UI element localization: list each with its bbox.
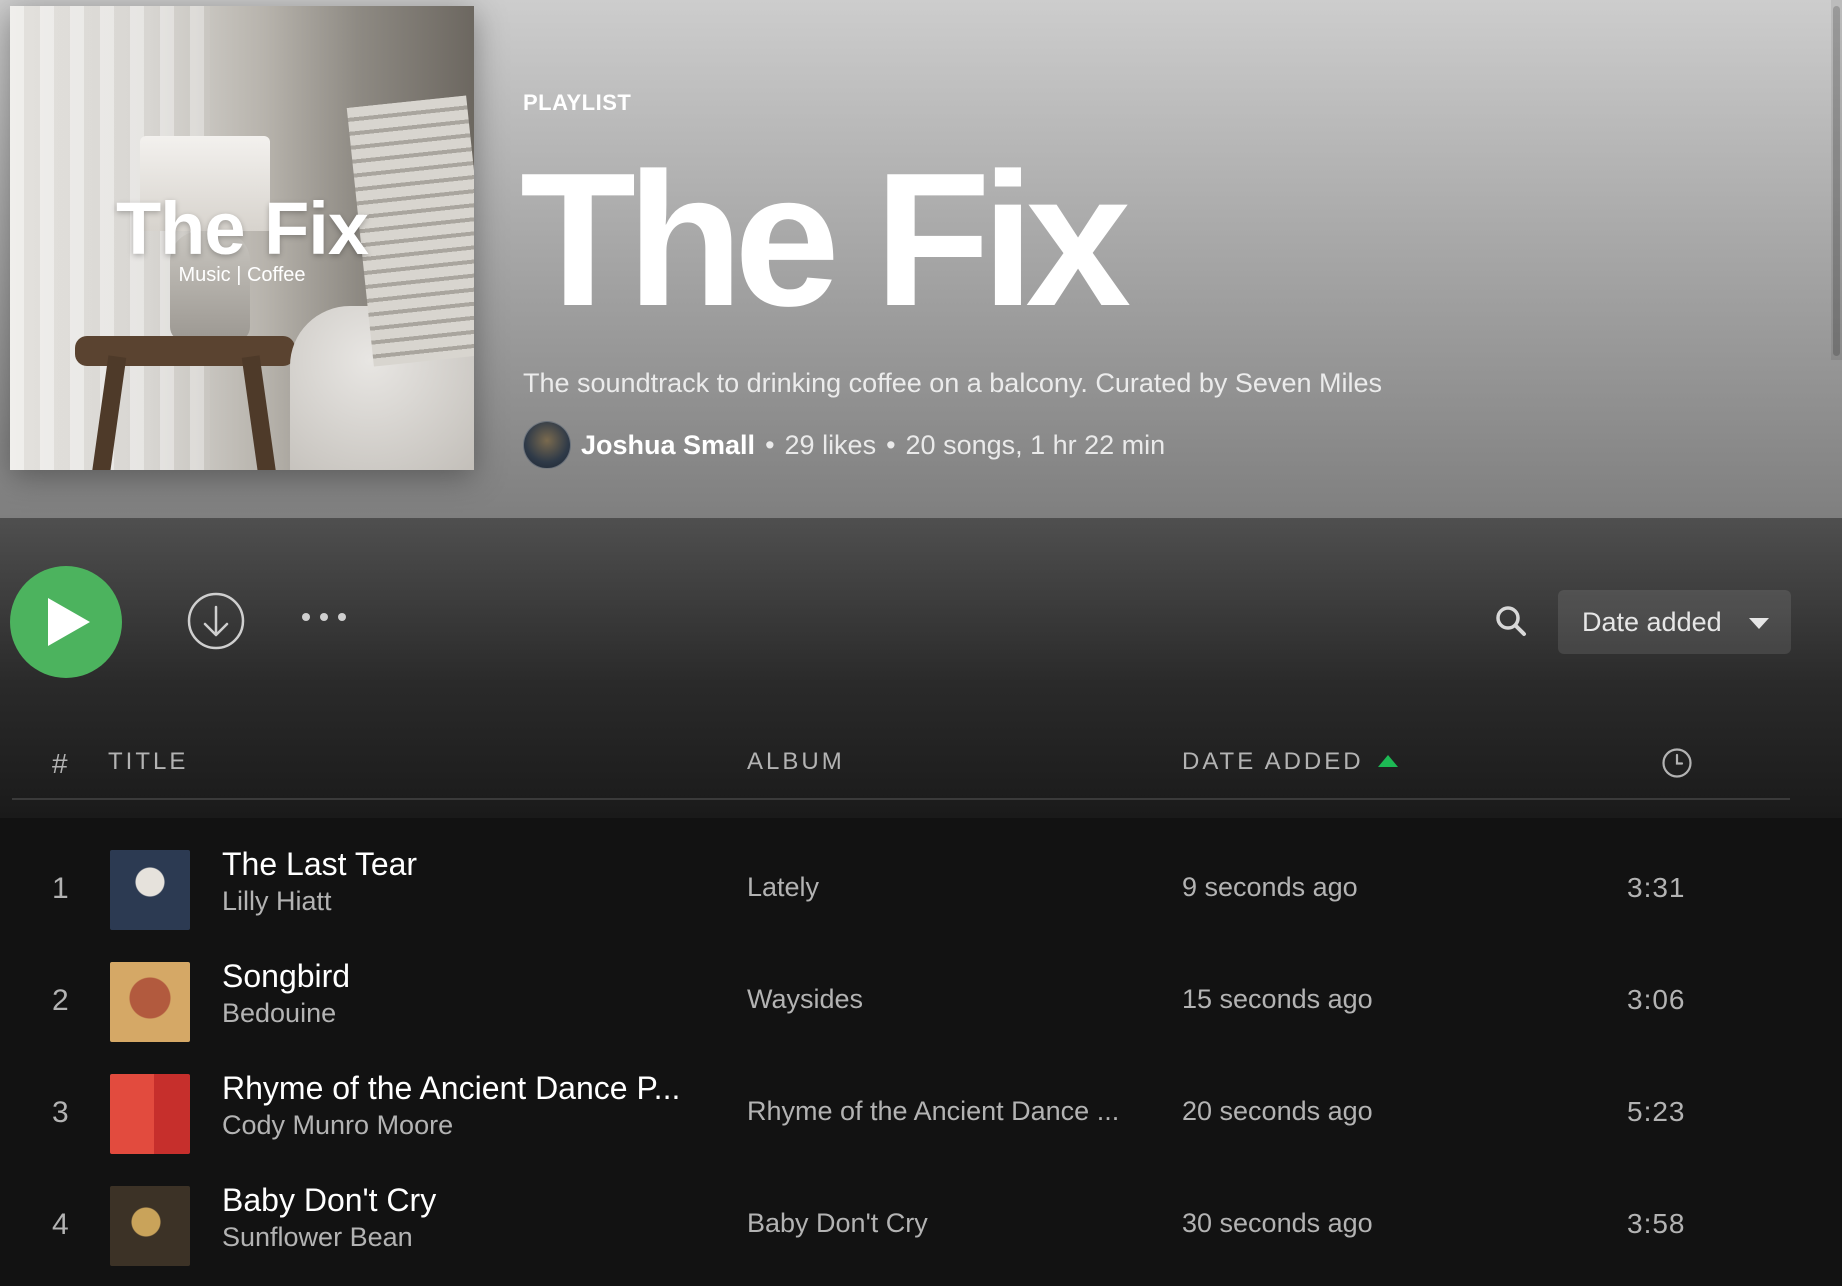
column-header-album[interactable]: ALBUM [747, 748, 845, 776]
track-album[interactable]: Lately [747, 872, 819, 903]
column-header-date-added[interactable]: DATE ADDED [1182, 748, 1364, 776]
more-options-icon [338, 613, 346, 621]
play-button[interactable] [10, 566, 122, 678]
playlist-meta: Joshua Small • 29 likes • 20 songs, 1 hr… [523, 420, 1165, 470]
download-icon [187, 592, 245, 650]
meta-separator: • [765, 429, 775, 460]
track-date-added: 9 seconds ago [1182, 872, 1358, 902]
track-number: 2 [52, 984, 69, 1017]
track-artist[interactable]: Bedouine [222, 998, 336, 1029]
sort-ascending-icon [1378, 755, 1398, 767]
play-icon [48, 598, 90, 646]
album-art [110, 850, 190, 930]
track-title[interactable]: Rhyme of the Ancient Dance P... [222, 1070, 680, 1107]
track-album[interactable]: Waysides [747, 984, 863, 1015]
track-number: 3 [52, 1096, 69, 1129]
track-date-added: 15 seconds ago [1182, 984, 1373, 1014]
track-title[interactable]: Songbird [222, 958, 350, 995]
playlist-type-label: PLAYLIST [523, 90, 632, 115]
track-duration: 3:06 [1627, 984, 1686, 1015]
clock-icon [1662, 748, 1692, 778]
more-options-icon [302, 613, 310, 621]
table-row[interactable]: 2 Songbird Bedouine Waysides 15 seconds … [0, 950, 1842, 1062]
track-artist[interactable]: Lilly Hiatt [222, 886, 332, 917]
download-button[interactable] [187, 592, 245, 650]
scrollbar[interactable] [1831, 0, 1842, 360]
track-duration: 3:31 [1627, 872, 1686, 903]
album-art [110, 1186, 190, 1266]
cover-title: The Fix [115, 187, 369, 270]
playlist-cover-art[interactable]: The Fix Music | Coffee [10, 6, 474, 470]
album-art [110, 1074, 190, 1154]
owner-name-link[interactable]: Joshua Small [581, 430, 755, 461]
chevron-down-icon [1749, 618, 1769, 629]
table-row[interactable]: 1 The Last Tear Lilly Hiatt Lately 9 sec… [0, 838, 1842, 950]
track-album[interactable]: Baby Don't Cry [747, 1208, 928, 1239]
album-art [110, 962, 190, 1042]
search-icon [1496, 606, 1526, 636]
track-duration: 3:58 [1627, 1208, 1686, 1239]
cover-subtitle: Music | Coffee [178, 264, 306, 286]
table-row[interactable]: 3 Rhyme of the Ancient Dance P... Cody M… [0, 1062, 1842, 1174]
songs-duration: 20 songs, 1 hr 22 min [905, 429, 1166, 460]
avatar[interactable] [523, 421, 571, 469]
sort-dropdown-label: Date added [1582, 606, 1722, 637]
track-album[interactable]: Rhyme of the Ancient Dance ... [747, 1096, 1119, 1127]
sort-dropdown[interactable]: Date added [1558, 590, 1791, 654]
table-row[interactable]: 4 Baby Don't Cry Sunflower Bean Baby Don… [0, 1174, 1842, 1286]
track-number: 1 [52, 872, 69, 905]
meta-separator: • [886, 429, 896, 460]
track-title[interactable]: Baby Don't Cry [222, 1182, 436, 1219]
column-header-duration[interactable] [1661, 747, 1693, 784]
search-button[interactable] [1494, 604, 1528, 638]
column-header-number: # [52, 748, 68, 779]
scrollbar-thumb[interactable] [1833, 6, 1840, 356]
page-title: The Fix [520, 134, 1131, 346]
likes-count: 29 likes [784, 429, 877, 460]
track-artist[interactable]: Sunflower Bean [222, 1222, 413, 1253]
cover-stool-leg [241, 355, 277, 470]
track-number: 4 [52, 1208, 69, 1241]
track-date-added: 20 seconds ago [1182, 1096, 1373, 1126]
more-options-button[interactable] [302, 600, 362, 634]
playlist-header: The Fix Music | Coffee PLAYLIST The Fix … [0, 0, 1842, 518]
track-artist[interactable]: Cody Munro Moore [222, 1110, 453, 1141]
divider [12, 798, 1790, 800]
track-duration: 5:23 [1627, 1096, 1686, 1127]
playlist-description: The soundtrack to drinking coffee on a b… [523, 368, 1382, 398]
track-date-added: 30 seconds ago [1182, 1208, 1373, 1238]
column-header-title[interactable]: TITLE [108, 748, 188, 776]
action-bar [0, 518, 1842, 818]
track-title[interactable]: The Last Tear [222, 846, 417, 883]
more-options-icon [320, 613, 328, 621]
